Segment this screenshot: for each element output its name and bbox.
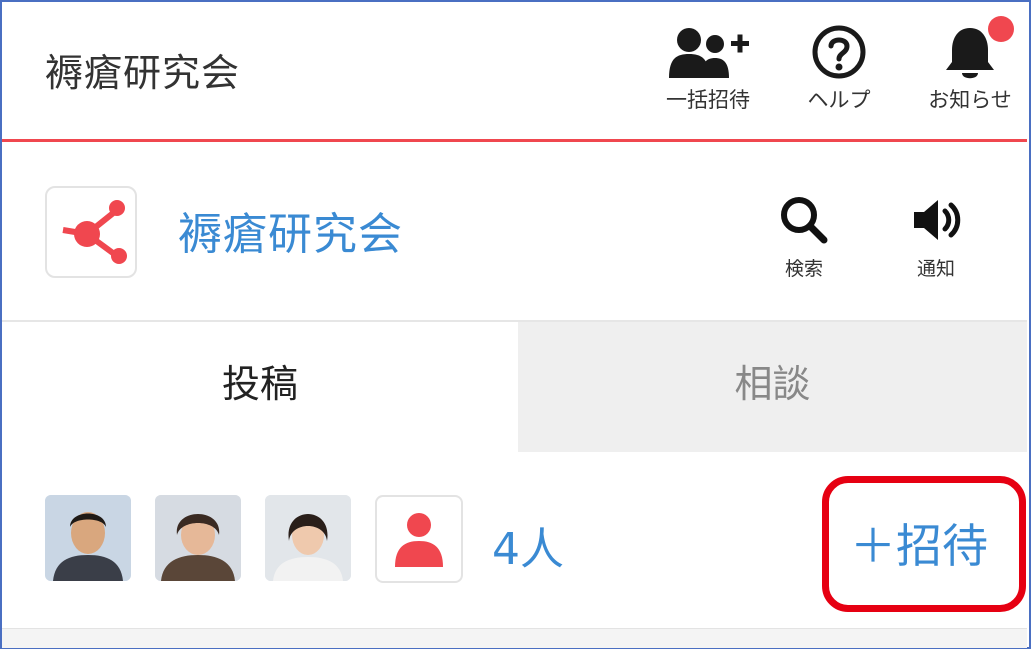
share-network-icon (47, 200, 135, 280)
tab-bar: 投稿 相談 (2, 322, 1027, 452)
avatar[interactable] (155, 495, 241, 581)
group-logo[interactable] (45, 186, 137, 278)
bulk-invite-label: 一括招待 (666, 88, 750, 112)
help-button[interactable]: ヘルプ (799, 24, 879, 114)
group-bar: 褥瘡研究会 検索 通知 (2, 142, 1027, 322)
search-button[interactable]: 検索 (770, 194, 838, 281)
notification-badge (988, 16, 1014, 42)
tab-consult[interactable]: 相談 (518, 322, 1027, 452)
member-row: 4人 ＋招待 (2, 455, 1027, 630)
help-label: ヘルプ (807, 88, 871, 112)
avatar[interactable] (45, 495, 131, 581)
notify-label: 通知 (916, 258, 955, 280)
search-label: 検索 (784, 258, 823, 280)
invite-button[interactable]: ＋招待 (850, 510, 988, 576)
avatar-placeholder[interactable] (375, 495, 463, 583)
notice-label: お知らせ (928, 88, 1012, 112)
speaker-icon (908, 200, 964, 250)
notify-button[interactable]: 通知 (900, 194, 972, 281)
content-divider (2, 628, 1027, 648)
tab-post[interactable]: 投稿 (2, 322, 518, 452)
users-plus-icon (656, 24, 760, 80)
notice-button[interactable]: お知らせ (915, 16, 1025, 114)
avatar[interactable] (265, 495, 351, 581)
question-circle-icon (799, 24, 879, 80)
group-name[interactable]: 褥瘡研究会 (178, 198, 403, 262)
app-title: 褥瘡研究会 (45, 51, 241, 95)
search-icon (776, 197, 832, 250)
app-header: 褥瘡研究会 一括招待 ヘルプ お知らせ (2, 2, 1027, 142)
bulk-invite-button[interactable]: 一括招待 (656, 24, 760, 114)
user-icon (377, 513, 461, 585)
member-count[interactable]: 4人 (492, 513, 564, 577)
